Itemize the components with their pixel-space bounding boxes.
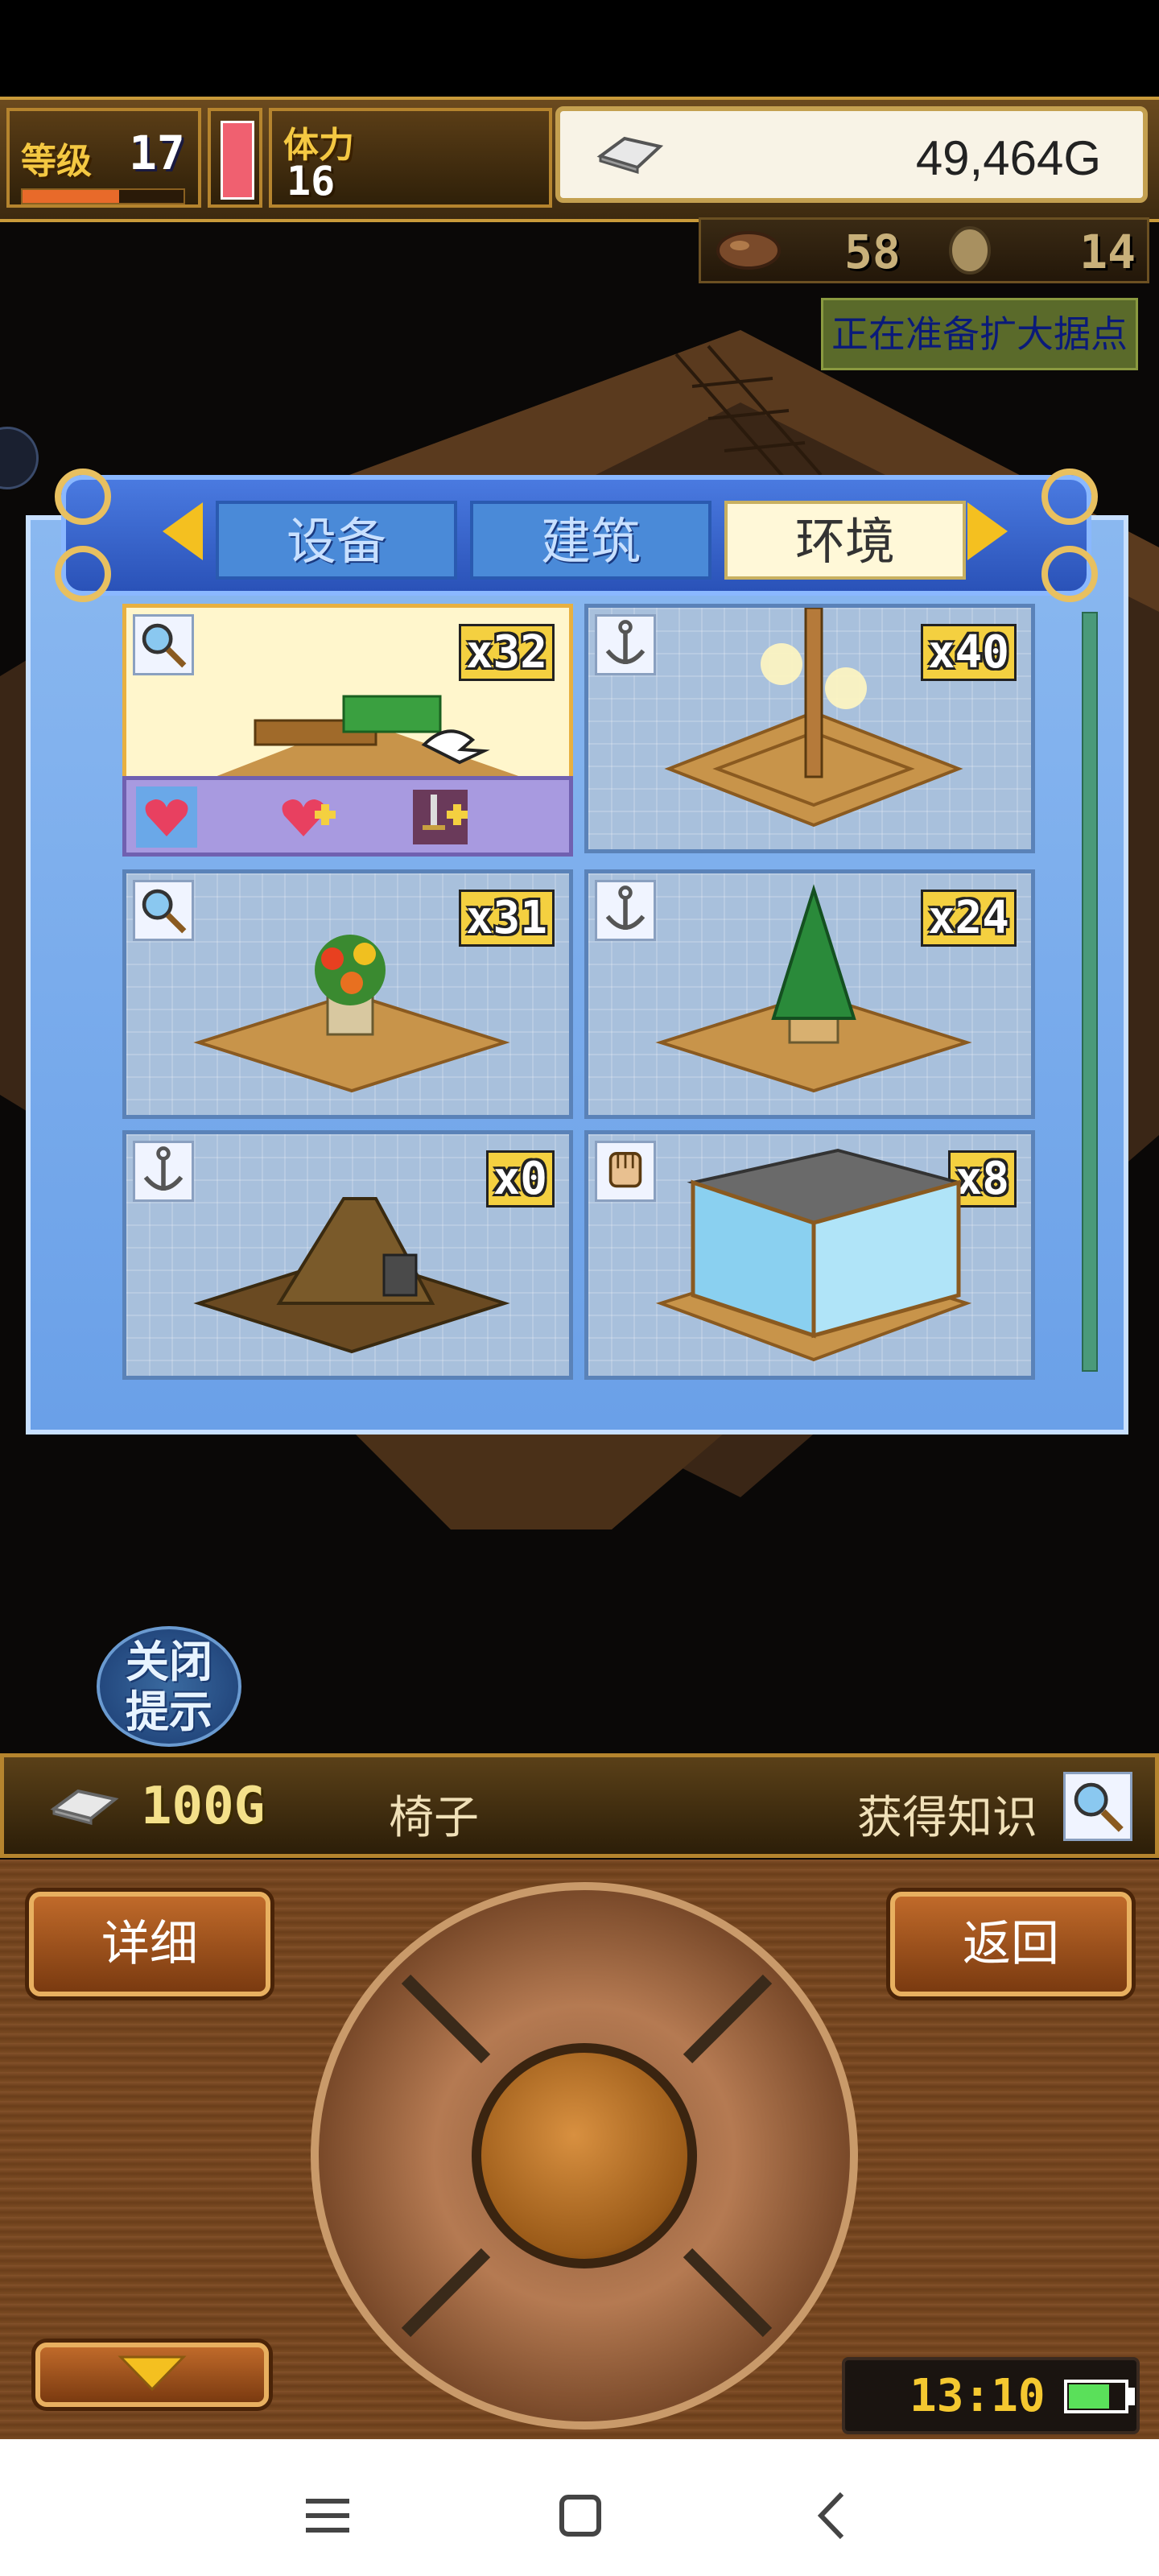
clock-panel: 13:10 — [842, 2357, 1140, 2434]
battery-level-fill — [1069, 2384, 1110, 2409]
clock-time: 13:10 — [909, 2370, 1046, 2422]
egg-count: 14 — [1079, 225, 1136, 279]
knowledge-label: 获得知识 — [857, 1792, 1037, 1844]
dpad-divider — [683, 1974, 773, 2064]
item-name: 椅子 — [389, 1792, 479, 1844]
materials-panel: 58 14 — [699, 217, 1149, 283]
tab-buildings[interactable]: 建筑 — [470, 501, 711, 580]
back-button[interactable]: 返回 — [890, 1892, 1132, 1996]
triangle-down-icon — [118, 2355, 187, 2392]
dpad-center-button[interactable] — [472, 2043, 697, 2268]
battery-icon — [1064, 2380, 1128, 2413]
item-cell-mound[interactable]: x0 — [122, 1130, 573, 1380]
close-hint-line1: 关闭 — [126, 1637, 212, 1687]
item-info-bar: 100G 椅子 获得知识 — [0, 1753, 1159, 1858]
gold-value: 49,464G — [915, 131, 1101, 185]
dpad-divider — [683, 2248, 773, 2338]
tab-prev-arrow-icon[interactable] — [163, 502, 203, 560]
corner-ornament — [1041, 546, 1098, 602]
tab-environment[interactable]: 环境 — [724, 501, 966, 580]
aquarium-art — [655, 1148, 972, 1362]
item-cell-pine-tree[interactable]: x24 — [584, 869, 1035, 1119]
magnifier-icon — [133, 614, 194, 675]
dpad-divider — [401, 2248, 491, 2338]
corner-ornament — [1041, 469, 1098, 525]
close-hint-button[interactable]: 关闭 提示 — [97, 1626, 241, 1747]
level-panel: 等级 17 — [6, 108, 201, 208]
system-nav-bar — [0, 2439, 1159, 2576]
stamina-panel: 体力 16 — [269, 108, 552, 208]
item-price: 100G — [141, 1777, 266, 1836]
item-actions-bar — [122, 776, 573, 857]
close-hint-line2: 提示 — [126, 1686, 212, 1737]
bench-planter-art — [215, 695, 521, 777]
battery-tip — [1128, 2388, 1135, 2405]
category-tab-bar: 设备 建筑 环境 — [55, 469, 1098, 602]
system-status-bar — [0, 0, 1159, 97]
level-progress-fill — [23, 190, 119, 203]
pine-tree-art — [655, 884, 972, 1093]
seed-count: 58 — [844, 225, 901, 279]
item-cell-flower-pot[interactable]: x31 — [122, 869, 573, 1119]
egg-icon — [949, 226, 991, 275]
menu-icon[interactable] — [291, 2479, 364, 2552]
heart-icon[interactable] — [136, 786, 197, 848]
seed-icon — [716, 231, 781, 270]
tab-next-arrow-icon[interactable] — [967, 502, 1008, 560]
dpad-divider — [401, 1974, 491, 2064]
lamp-post-art — [664, 608, 963, 828]
scroll-down-button[interactable] — [35, 2343, 269, 2407]
tab-equipment[interactable]: 设备 — [216, 501, 457, 580]
item-cell-aquarium[interactable]: x8 — [584, 1130, 1035, 1380]
level-value: 17 — [129, 126, 185, 180]
item-cell-bench-planter[interactable]: x32 — [122, 604, 573, 781]
sword-plus-icon[interactable] — [410, 786, 471, 848]
item-cell-lamp-post[interactable]: x40 — [584, 604, 1035, 853]
detail-button[interactable]: 详细 — [29, 1892, 270, 1996]
back-icon[interactable] — [797, 2479, 869, 2552]
gold-counter: 49,464G — [555, 106, 1148, 203]
corner-ornament — [55, 469, 111, 525]
magnifier-icon[interactable] — [1063, 1772, 1132, 1841]
corner-ornament — [55, 546, 111, 602]
level-progress-bar — [21, 188, 185, 204]
flower-pot-art — [193, 935, 510, 1093]
directional-pad[interactable] — [311, 1882, 858, 2429]
health-panel — [208, 108, 262, 208]
level-label: 等级 — [21, 141, 92, 182]
home-icon[interactable] — [544, 2479, 617, 2552]
panel-scrollbar[interactable] — [1082, 612, 1098, 1372]
mound-art — [193, 1197, 510, 1354]
heart-plus-icon[interactable] — [276, 786, 337, 848]
stamina-value: 16 — [287, 158, 336, 204]
silver-ingot-icon — [50, 1789, 119, 1825]
silver-ingot-icon — [596, 136, 664, 175]
health-bar — [221, 121, 254, 200]
